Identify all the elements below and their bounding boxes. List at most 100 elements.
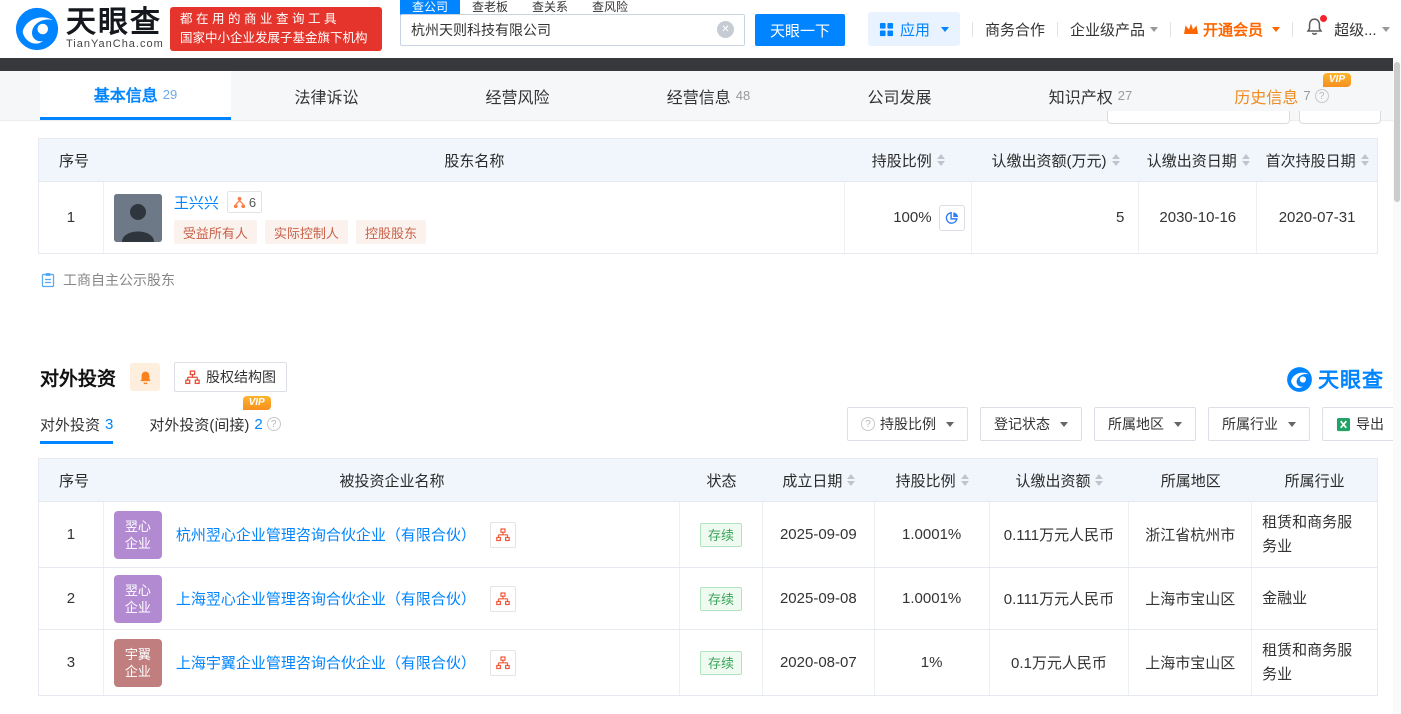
subscribed-capital-cell: 5 bbox=[972, 182, 1140, 253]
company-avatar[interactable]: 翌心企业 bbox=[113, 510, 162, 559]
subtab-direct-investment[interactable]: 对外投资 3 bbox=[40, 406, 114, 444]
region-cell: 上海市宝山区 bbox=[1129, 568, 1253, 629]
tab-legal[interactable]: 法律诉讼 bbox=[231, 71, 422, 120]
tag-controlling-shareholder[interactable]: 控股股东 bbox=[355, 220, 426, 244]
col-subscribed-capital[interactable]: 认缴出资额(万元) bbox=[972, 139, 1140, 181]
col-first-hold-date[interactable]: 首次持股日期 bbox=[1257, 139, 1377, 181]
export-button[interactable]: 导出 bbox=[1322, 407, 1398, 441]
excel-file-icon bbox=[1336, 417, 1351, 431]
company-cell: 宇翼企业 上海宇翼企业管理咨询合伙企业（有限合伙） bbox=[104, 630, 681, 695]
company-name-link[interactable]: 上海宇翼企业管理咨询合伙企业（有限合伙） bbox=[176, 652, 476, 673]
nav-enterprise-label: 企业级产品 bbox=[1070, 21, 1146, 39]
company-name-link[interactable]: 杭州翌心企业管理咨询合伙企业（有限合伙） bbox=[176, 524, 476, 545]
subscribed-capital-cell: 0.111万元人民币 bbox=[990, 568, 1130, 629]
pie-chart-icon bbox=[945, 211, 958, 224]
col-subscribe-date[interactable]: 认缴出资日期 bbox=[1139, 139, 1257, 181]
filter-registration-status[interactable]: 登记状态 bbox=[980, 407, 1082, 441]
grid-icon bbox=[879, 22, 894, 36]
row-index: 2 bbox=[39, 568, 104, 629]
nav-cooperation[interactable]: 商务合作 bbox=[985, 19, 1045, 40]
col-subscribed-capital[interactable]: 认缴出资额 bbox=[990, 459, 1130, 501]
company-avatar-text: 翌心企业 bbox=[124, 518, 151, 551]
tag-actual-controller[interactable]: 实际控制人 bbox=[264, 220, 348, 244]
col-industry: 所属行业 bbox=[1284, 472, 1345, 490]
filter-region[interactable]: 所属地区 bbox=[1094, 407, 1196, 441]
filter-label: 登记状态 bbox=[994, 416, 1050, 432]
subscribe-date-cell: 2030-10-16 bbox=[1139, 182, 1258, 253]
nav-super-vip[interactable]: 超级... bbox=[1334, 19, 1390, 40]
caret-down-icon bbox=[1288, 421, 1296, 427]
established-date-cell: 2025-09-09 bbox=[763, 502, 875, 567]
search-button[interactable]: 天眼一下 bbox=[755, 14, 845, 46]
nav-open-vip[interactable]: 开通会员 bbox=[1183, 19, 1281, 40]
tab-label: 公司发展 bbox=[867, 89, 932, 107]
divider bbox=[1170, 21, 1172, 37]
col-established-date[interactable]: 成立日期 bbox=[763, 459, 875, 501]
self-disclosed-shareholders-label: 工商自主公示股东 bbox=[63, 272, 175, 288]
shareholder-photo[interactable] bbox=[113, 193, 162, 242]
nav-open-vip-label: 开通会员 bbox=[1203, 21, 1264, 39]
export-label: 导出 bbox=[1356, 416, 1384, 432]
pie-chart-button[interactable] bbox=[938, 204, 965, 231]
equity-structure-button[interactable]: 股权结构图 bbox=[174, 362, 288, 392]
subtab-indirect-investment[interactable]: 对外投资(间接) 2 VIP bbox=[149, 396, 281, 442]
monitor-bell-button[interactable] bbox=[130, 363, 161, 391]
help-icon[interactable] bbox=[1314, 88, 1329, 103]
tab-business-info[interactable]: 经营信息 48 bbox=[613, 71, 804, 120]
col-status: 状态 bbox=[706, 472, 737, 490]
tag-beneficial-owner[interactable]: 受益所有人 bbox=[173, 220, 257, 244]
company-avatar[interactable]: 宇翼企业 bbox=[113, 638, 162, 687]
nav-super-vip-label: 超级... bbox=[1334, 21, 1377, 39]
subtab-label: 对外投资 bbox=[40, 416, 101, 434]
col-index: 序号 bbox=[59, 472, 90, 490]
col-region: 所属地区 bbox=[1160, 472, 1221, 490]
org-chart-icon bbox=[185, 369, 200, 384]
search-input[interactable] bbox=[400, 14, 745, 46]
tab-operation-risk[interactable]: 经营风险 bbox=[422, 71, 613, 120]
shareholder-name-link[interactable]: 王兴兴 bbox=[174, 192, 219, 213]
col-share-ratio[interactable]: 持股比例 bbox=[845, 139, 972, 181]
vip-badge: VIP bbox=[1322, 73, 1351, 87]
help-icon[interactable] bbox=[266, 417, 281, 431]
tab-basic-info[interactable]: 基本信息 29 bbox=[40, 71, 231, 120]
nav-enterprise[interactable]: 企业级产品 bbox=[1070, 19, 1159, 40]
tianyancha-page: 天眼查 TianYanCha.com 都在用的商业查询工具 国家中小企业发展子基… bbox=[0, 0, 1401, 714]
share-ratio-cell: 100% bbox=[845, 182, 972, 253]
industry-cell: 金融业 bbox=[1262, 589, 1308, 607]
network-icon bbox=[233, 196, 245, 208]
equity-chart-button[interactable] bbox=[489, 585, 516, 612]
caret-down-icon bbox=[1150, 26, 1159, 32]
row-index: 1 bbox=[39, 502, 104, 567]
truncated-button[interactable] bbox=[1299, 111, 1381, 124]
filter-share-ratio[interactable]: 持股比例 bbox=[847, 407, 968, 441]
tab-label: 经营信息 bbox=[666, 89, 731, 107]
tianyancha-swirl-icon bbox=[15, 7, 59, 51]
caret-down-icon bbox=[1381, 26, 1390, 32]
nav-apps-button[interactable]: 应用 bbox=[868, 12, 961, 46]
established-date-cell: 2025-09-08 bbox=[763, 568, 875, 629]
top-nav: 应用 商务合作 企业级产品 开通会员 超级... bbox=[868, 0, 1390, 58]
company-name-link[interactable]: 上海翌心企业管理咨询合伙企业（有限合伙） bbox=[176, 588, 476, 609]
company-cell: 翌心企业 杭州翌心企业管理咨询合伙企业（有限合伙） bbox=[104, 502, 681, 567]
equity-chart-button[interactable] bbox=[489, 521, 516, 548]
shareholders-table-header: 序号 股东名称 持股比例 认缴出资额(万元) 认缴出资日期 首次持股日期 bbox=[39, 139, 1377, 181]
relation-graph-chip[interactable]: 6 bbox=[226, 191, 263, 213]
clear-search-icon[interactable] bbox=[717, 21, 734, 38]
site-logo[interactable]: 天眼查 TianYanCha.com bbox=[14, 6, 164, 52]
notifications-bell-button[interactable] bbox=[1305, 15, 1328, 41]
logo-domain: TianYanCha.com bbox=[66, 38, 164, 50]
truncated-button[interactable] bbox=[1107, 111, 1290, 124]
region-cell: 上海市宝山区 bbox=[1129, 630, 1253, 695]
filter-industry[interactable]: 所属行业 bbox=[1208, 407, 1310, 441]
crown-icon bbox=[1184, 23, 1199, 34]
equity-chart-button[interactable] bbox=[489, 649, 516, 676]
col-share-ratio[interactable]: 持股比例 bbox=[875, 459, 990, 501]
shareholder-tags: 受益所有人 实际控制人 控股股东 bbox=[173, 220, 426, 244]
shareholders-table: 序号 股东名称 持股比例 认缴出资额(万元) 认缴出资日期 首次持股日期 1 王… bbox=[38, 138, 1378, 254]
tab-company-development[interactable]: 公司发展 bbox=[804, 71, 995, 120]
investment-row: 1 翌心企业 杭州翌心企业管理咨询合伙企业（有限合伙） 存续 2025-09-0… bbox=[39, 501, 1377, 567]
scrollbar-thumb[interactable] bbox=[1394, 62, 1400, 202]
region-cell: 浙江省杭州市 bbox=[1129, 502, 1253, 567]
company-avatar[interactable]: 翌心企业 bbox=[113, 574, 162, 623]
self-disclosed-shareholders-link[interactable]: 工商自主公示股东 bbox=[40, 270, 175, 290]
